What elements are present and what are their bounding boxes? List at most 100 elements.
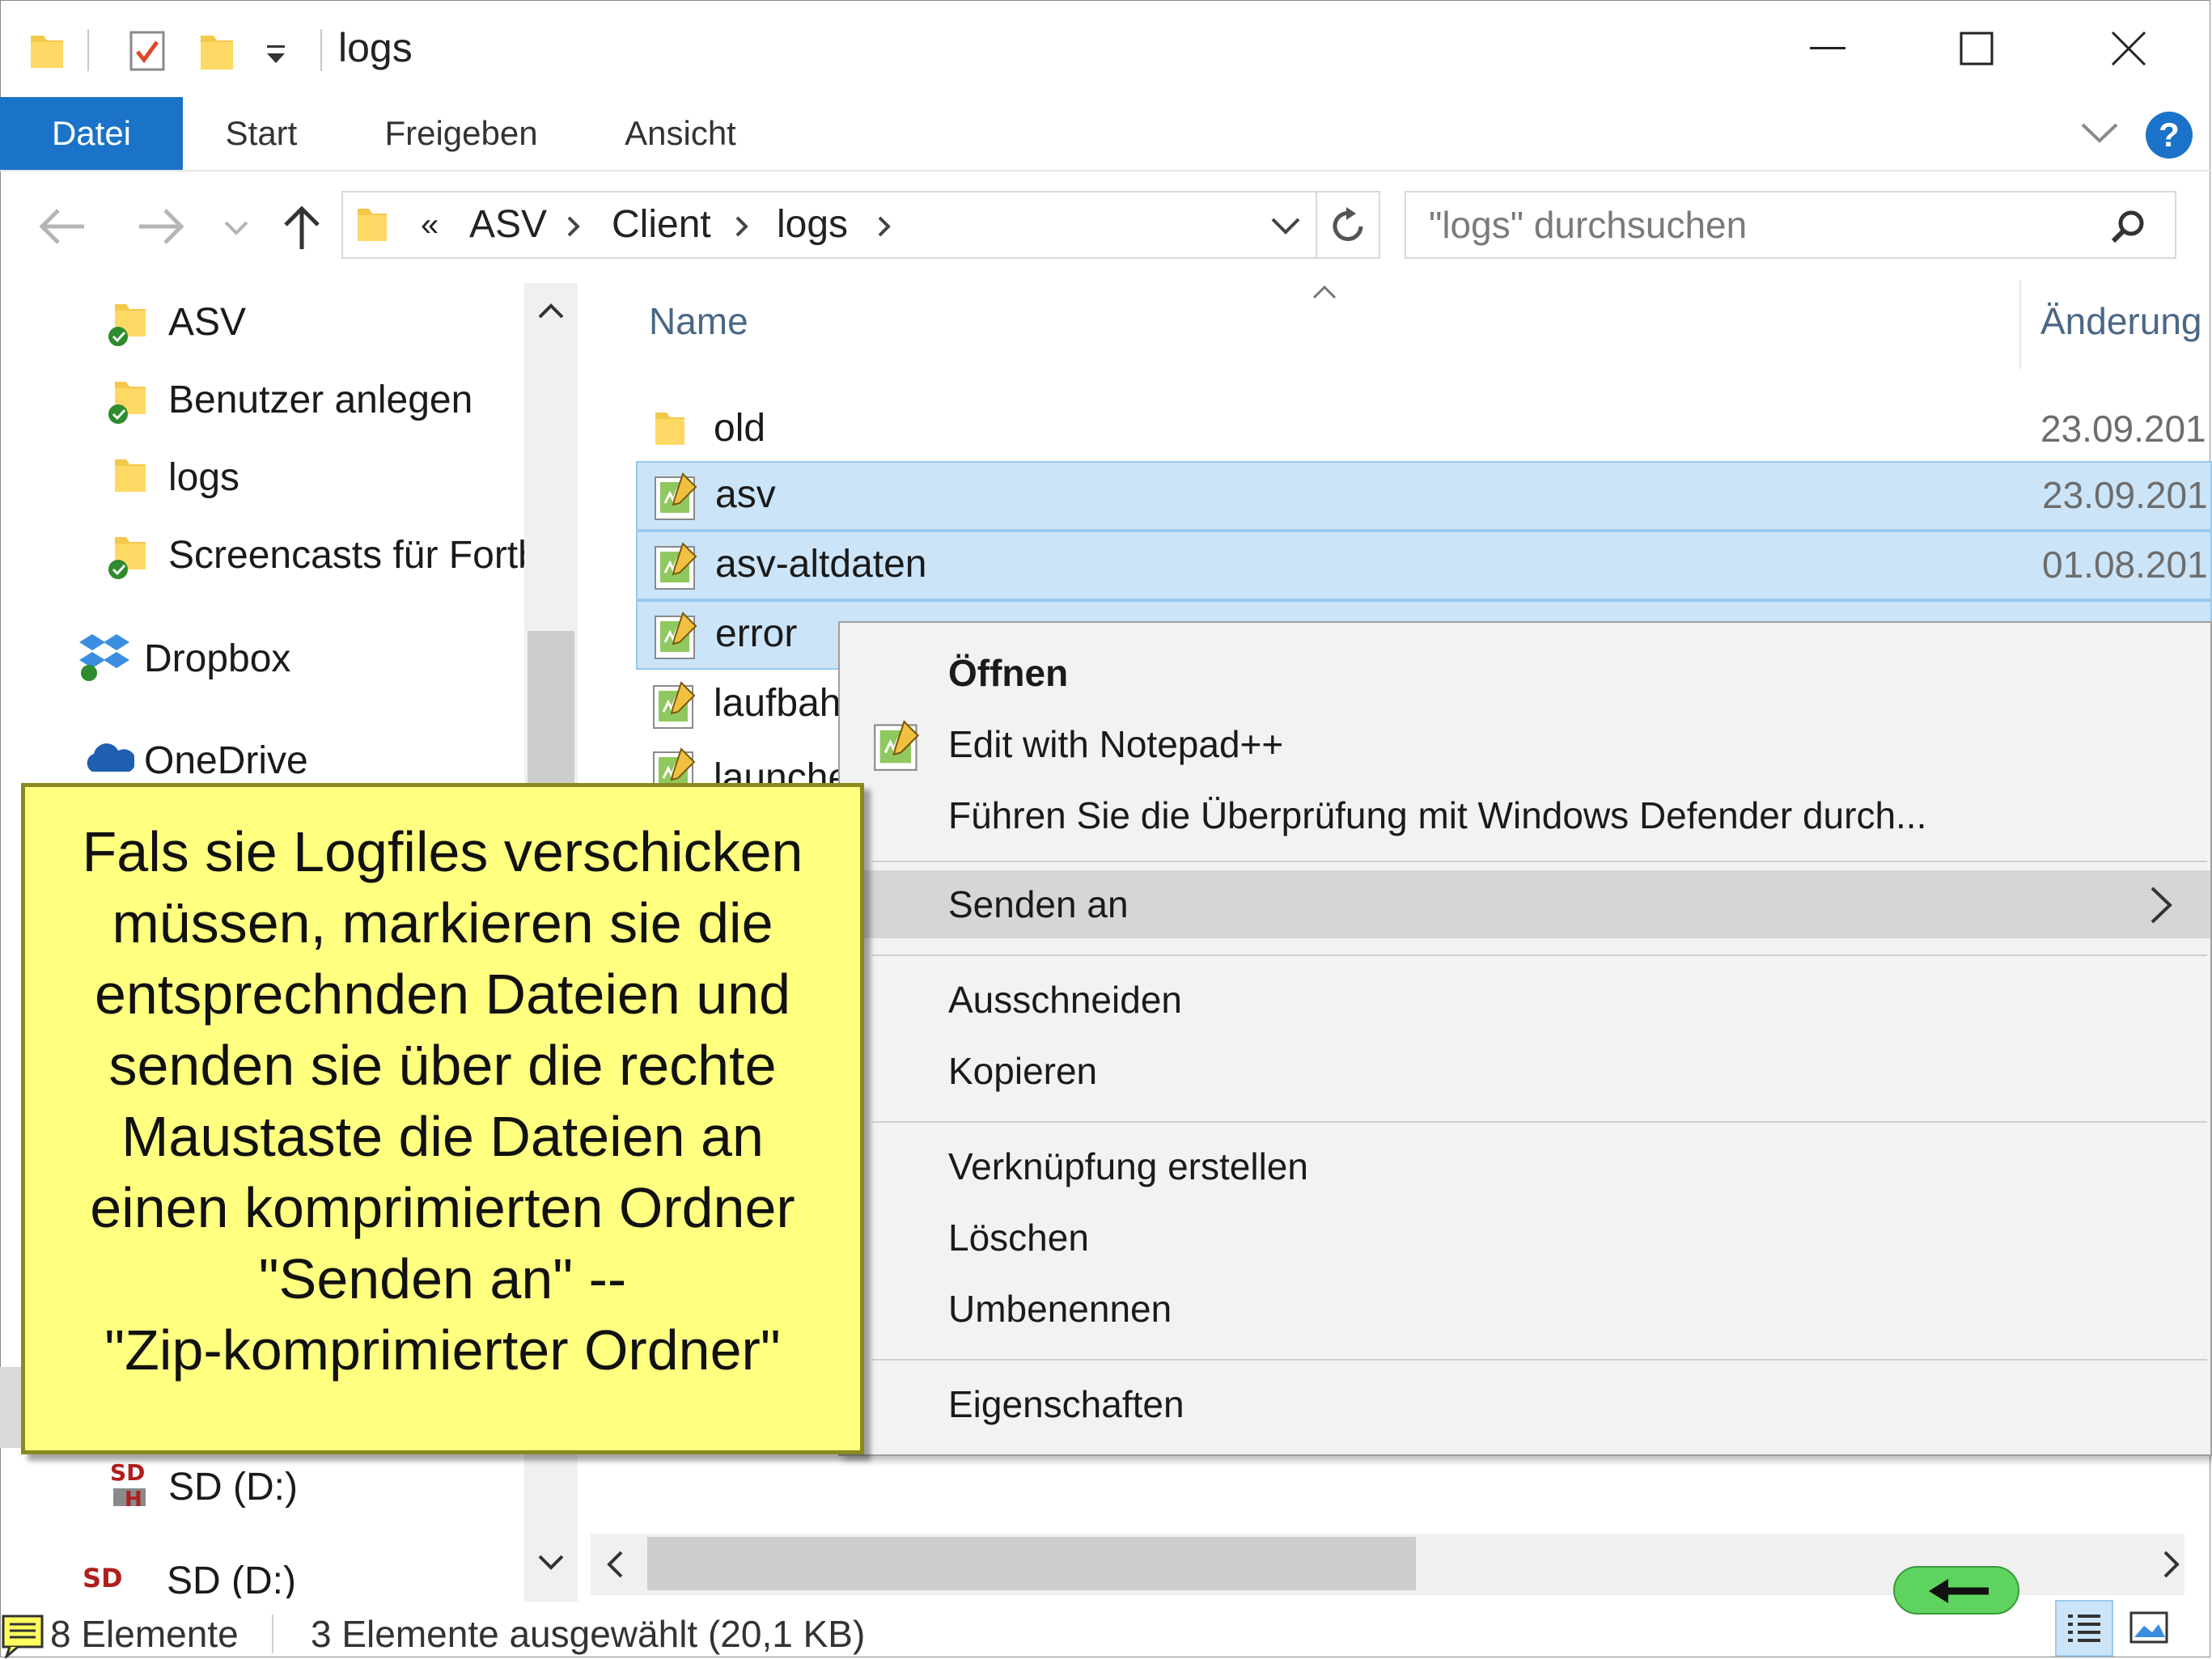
folder-icon [652, 406, 688, 450]
nav-item-label: Dropbox [144, 637, 291, 680]
menu-item-edit-notepad[interactable]: Edit with Notepad++ [840, 710, 2210, 778]
breadcrumb-client[interactable]: Client [612, 193, 711, 257]
sort-ascending-icon [1312, 285, 1337, 299]
file-name: old [714, 407, 766, 450]
annotation-note: Fals sie Logfiles verschicken müssen, ma… [21, 783, 864, 1454]
folder-icon [29, 29, 65, 70]
nav-item-logs[interactable]: logs [104, 450, 524, 506]
breadcrumb-chevron-icon[interactable] [566, 215, 581, 238]
ribbon-tab-bar: Datei Start Freigeben Ansicht ? [0, 97, 2212, 171]
nav-item-label: Benutzer anlegen [168, 379, 473, 421]
notepad-plus-plus-file-icon [652, 747, 697, 783]
nav-item-onedrive[interactable]: OneDrive [78, 733, 524, 789]
menu-separator [872, 954, 2207, 956]
address-bar[interactable]: « ASV Client logs [341, 191, 1317, 259]
file-date: 01.08.201 [2042, 544, 2208, 586]
search-icon[interactable] [2110, 209, 2147, 246]
maximize-icon [1960, 32, 1994, 66]
menu-item-label: Verknüpfung erstellen [948, 1145, 1308, 1187]
status-divider [272, 1615, 273, 1653]
file-row-asv-altdaten[interactable]: asv-altdaten 01.08.201 [636, 531, 2212, 600]
address-history-chevron-icon[interactable] [1270, 217, 1301, 236]
status-item-count: 8 Elemente [50, 1613, 239, 1655]
navigation-scroll-thumb[interactable] [528, 631, 574, 793]
nav-item-asv[interactable]: ASV [104, 294, 524, 351]
back-arrow-icon[interactable] [37, 207, 87, 246]
svg-text:SD: SD [83, 1563, 123, 1593]
folder-icon [356, 204, 388, 244]
scroll-right-chevron-icon[interactable] [2162, 1550, 2181, 1579]
properties-quick-access-icon[interactable] [128, 28, 168, 73]
folder-synced-icon [105, 531, 149, 581]
menu-item-delete[interactable]: Löschen [840, 1204, 2210, 1272]
file-row-asv[interactable]: asv 23.09.201 [636, 461, 2212, 531]
scroll-up-chevron-icon[interactable] [537, 301, 565, 320]
column-header-name[interactable]: Name [649, 299, 748, 343]
column-divider [2019, 280, 2021, 369]
large-icons-view-icon [2129, 1611, 2168, 1644]
nav-item-label: ASV [168, 301, 247, 344]
menu-item-copy[interactable]: Kopieren [840, 1037, 2210, 1105]
menu-item-rename[interactable]: Umbenennen [840, 1275, 2210, 1343]
nav-item-sd-drive[interactable]: SD (D:) [104, 1459, 524, 1516]
menu-item-create-shortcut[interactable]: Verknüpfung erstellen [840, 1132, 2210, 1200]
nav-item-dropbox[interactable]: Dropbox [78, 631, 524, 688]
search-input[interactable]: "logs" durchsuchen [1429, 193, 1747, 257]
expand-ribbon-chevron-icon[interactable] [2079, 121, 2120, 146]
scroll-left-chevron-icon[interactable] [605, 1550, 625, 1579]
file-row-old[interactable]: old 23.09.201 [636, 396, 2212, 461]
close-button[interactable] [2052, 0, 2206, 97]
svg-text:SD: SD [110, 1459, 145, 1486]
breadcrumb-overflow[interactable]: « [421, 193, 439, 257]
breadcrumb-logs[interactable]: logs [777, 193, 848, 257]
folder-icon [112, 453, 149, 497]
forward-arrow-icon[interactable] [136, 207, 186, 246]
nav-item-label: Screencasts für Fortb [168, 534, 524, 577]
recent-locations-chevron-icon[interactable] [223, 220, 249, 236]
minimize-button[interactable] [1751, 0, 1905, 97]
breadcrumb-chevron-icon[interactable] [877, 215, 892, 238]
menu-item-label: Kopieren [948, 1050, 1098, 1092]
nav-item-screencasts[interactable]: Screencasts für Fortb [104, 527, 524, 584]
menu-item-properties[interactable]: Eigenschaften [840, 1370, 2210, 1438]
search-box[interactable]: "logs" durchsuchen [1405, 191, 2176, 259]
nav-item-sd-drive-2[interactable]: SD (D:) [78, 1553, 524, 1598]
menu-item-send-to[interactable]: Senden an [840, 870, 2210, 938]
tab-start[interactable]: Start [202, 97, 320, 170]
file-date: 23.09.201 [2040, 408, 2206, 450]
menu-item-label: Senden an [948, 883, 1129, 925]
file-name: launche [714, 756, 850, 783]
tab-datei[interactable]: Datei [0, 97, 183, 170]
menu-item-label: Öffnen [948, 652, 1069, 694]
nav-item-label: OneDrive [144, 739, 308, 782]
notepad-plus-plus-file-icon [654, 612, 699, 660]
column-header-date[interactable]: Änderung [2040, 299, 2202, 343]
large-icons-view-button[interactable] [2125, 1606, 2173, 1652]
menu-item-cut[interactable]: Ausschneiden [840, 966, 2210, 1034]
sd-drive-icon: SD H [108, 1459, 160, 1511]
back-arrow-button[interactable] [1893, 1566, 2019, 1615]
notepad-plus-plus-icon [872, 720, 922, 772]
tab-freigeben[interactable]: Freigeben [372, 97, 550, 170]
refresh-button[interactable] [1317, 191, 1380, 259]
sd-drive-icon: SD [81, 1561, 129, 1593]
menu-item-label: Edit with Notepad++ [948, 723, 1284, 765]
new-folder-quick-access-icon[interactable] [199, 29, 235, 71]
details-view-button[interactable] [2055, 1600, 2113, 1657]
nav-item-label: SD (D:) [168, 1466, 298, 1509]
breadcrumb-asv[interactable]: ASV [469, 193, 547, 257]
help-button[interactable]: ? [2146, 112, 2193, 159]
menu-item-defender-scan[interactable]: Führen Sie die Überprüfung mit Windows D… [840, 781, 2210, 849]
nav-item-benutzer-anlegen[interactable]: Benutzer anlegen [104, 372, 524, 429]
annotation-text: Fals sie Logfiles verschicken müssen, ma… [82, 820, 803, 1382]
context-menu: Öffnen Edit with Notepad++ Führen Sie di… [838, 621, 2212, 1456]
horizontal-scroll-thumb[interactable] [647, 1537, 1416, 1590]
customize-toolbar-dropdown-icon[interactable] [264, 44, 288, 66]
breadcrumb-chevron-icon[interactable] [735, 215, 749, 238]
maximize-button[interactable] [1900, 0, 2053, 97]
menu-item-open[interactable]: Öffnen [840, 639, 2210, 707]
notepad-plus-plus-file-icon [654, 472, 699, 521]
scroll-down-chevron-icon[interactable] [537, 1553, 565, 1572]
tab-ansicht[interactable]: Ansicht [610, 97, 751, 170]
up-arrow-icon[interactable] [282, 204, 322, 251]
